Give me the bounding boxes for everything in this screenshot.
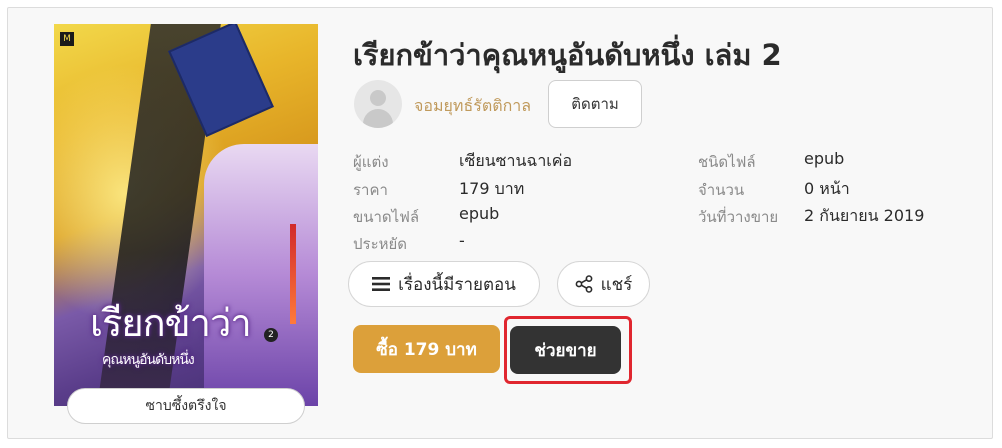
avatar-body — [363, 109, 393, 128]
list-icon — [372, 276, 391, 292]
cover-title-art: เรียกข้าว่า คุณหนูอันดับหนึ่ง — [90, 301, 252, 368]
share-icon — [575, 275, 593, 293]
file-type-value: epub — [804, 149, 845, 168]
author-link[interactable]: จอมยุทธ์รัตติกาล — [414, 94, 531, 119]
price-label: ราคา — [353, 181, 388, 199]
buy-label: ซื้อ 179 บาท — [376, 339, 477, 360]
help-sell-label: ช่วยขาย — [534, 340, 597, 361]
episodes-label: เรื่องนี้มีรายตอน — [398, 274, 516, 295]
release-date-value: 2 กันยายน 2019 — [804, 206, 925, 225]
publisher-logo: M — [60, 32, 74, 46]
share-label: แชร์ — [600, 274, 633, 295]
sample-read-button[interactable]: ซาบซึ้งตรึงใจ — [67, 388, 305, 424]
file-type-label: ชนิดไฟล์ — [698, 153, 756, 171]
cover-volume-badge: 2 — [264, 328, 278, 342]
file-size-label: ขนาดไฟล์ — [353, 208, 420, 226]
page-count-label: จำนวน — [698, 181, 745, 199]
release-date-label: วันที่วางขาย — [698, 208, 779, 226]
author-value: เซียนซานฉาเค่อ — [459, 151, 573, 170]
cover-tassel — [290, 224, 296, 324]
price-value: 179 บาท — [459, 179, 525, 198]
book-title: เรียกข้าว่าคุณหนูอันดับหนึ่ง เล่ม 2 — [353, 38, 782, 72]
file-size-value: epub — [459, 204, 500, 223]
savings-value: - — [459, 231, 465, 250]
episodes-button[interactable]: เรื่องนี้มีรายตอน — [348, 261, 540, 307]
help-sell-button[interactable]: ช่วยขาย — [510, 326, 621, 374]
avatar-head — [370, 90, 386, 106]
buy-button[interactable]: ซื้อ 179 บาท — [353, 325, 500, 373]
page-count-value: 0 หน้า — [804, 179, 850, 198]
book-cover-image[interactable]: M เรียกข้าว่า คุณหนูอันดับหนึ่ง 2 — [54, 24, 318, 406]
author-label: ผู้แต่ง — [353, 153, 389, 171]
user-avatar-icon[interactable] — [354, 80, 402, 128]
follow-button[interactable]: ติดตาม — [548, 80, 642, 128]
share-button[interactable]: แชร์ — [557, 261, 650, 307]
sample-read-label: ซาบซึ้งตรึงใจ — [145, 398, 227, 414]
savings-label: ประหยัด — [353, 235, 408, 253]
follow-label: ติดตาม — [571, 95, 619, 113]
